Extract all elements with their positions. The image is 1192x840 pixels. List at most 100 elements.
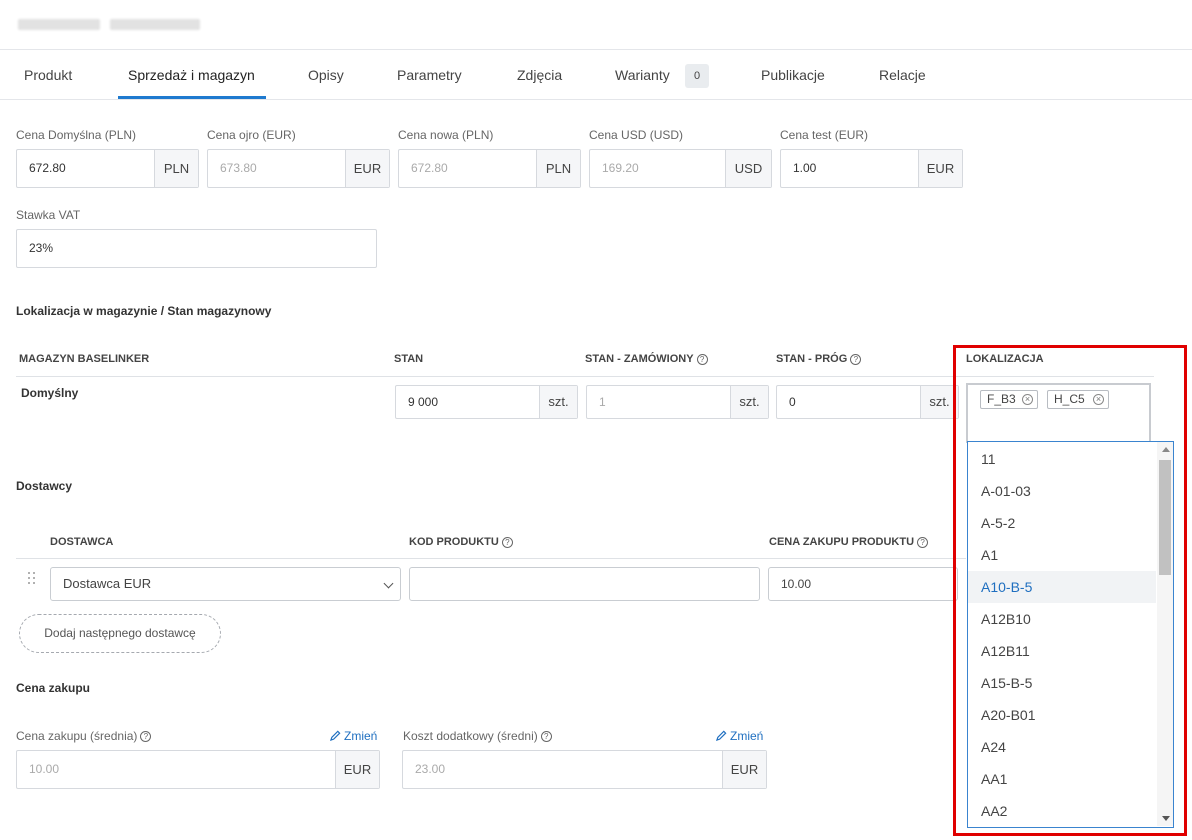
tab-relacje[interactable]: Relacje	[879, 50, 926, 100]
location-dropdown[interactable]: 11 A-01-03 A-5-2 A1 A10-B-5 A12B10 A12B1…	[967, 441, 1174, 828]
supplier-select[interactable]: Dostawca EUR	[50, 567, 401, 601]
stan-value: 9 000	[408, 395, 439, 409]
location-tag-label: H_C5	[1054, 392, 1085, 406]
col-magazyn-header: MAGAZYN BASELINKER	[19, 353, 150, 365]
price-usd-unit: USD	[725, 150, 771, 187]
zamowiony-unit: szt.	[730, 386, 768, 418]
prog-unit: szt.	[920, 386, 958, 418]
warehouse-section-title: Lokalizacja w magazynie / Stan magazynow…	[16, 304, 272, 318]
avg-purchase-input[interactable]: 10.00 EUR	[16, 750, 380, 789]
tab-warianty[interactable]: Warianty	[615, 50, 670, 100]
extra-cost-unit: EUR	[722, 751, 766, 788]
product-code-input[interactable]	[409, 567, 760, 601]
col-lokalizacja-header: LOKALIZACJA	[966, 353, 1044, 365]
col-prog-header: STAN - PRÓG?	[776, 353, 862, 365]
warianty-count-badge: 0	[685, 64, 709, 88]
pencil-icon	[716, 730, 727, 741]
help-icon[interactable]: ?	[696, 353, 708, 365]
location-tag-label: F_B3	[987, 392, 1016, 406]
location-option[interactable]: A20-B01	[968, 699, 1156, 731]
warehouse-row-name: Domyślny	[21, 386, 79, 400]
price-nowa-input[interactable]: 672.80 PLN	[398, 149, 581, 188]
price-label-nowa: Cena nowa (PLN)	[398, 128, 494, 142]
add-supplier-button[interactable]: Dodaj następnego dostawcę	[19, 614, 221, 653]
tab-zdjecia[interactable]: Zdjęcia	[517, 50, 562, 100]
scroll-up-arrow-icon[interactable]	[1162, 447, 1170, 452]
dropdown-scrollbar[interactable]	[1157, 442, 1173, 826]
col-kod-header: KOD PRODUKTU?	[409, 536, 513, 548]
avg-purchase-value: 10.00	[29, 762, 60, 776]
location-option[interactable]: A-01-03	[968, 475, 1156, 507]
tab-bar: Produkt Sprzedaż i magazyn Opisy Paramet…	[0, 50, 1192, 100]
scroll-down-arrow-icon[interactable]	[1162, 816, 1170, 821]
remove-tag-icon[interactable]: ×	[1022, 394, 1033, 405]
price-label-domyslna: Cena Domyślna (PLN)	[16, 128, 137, 142]
location-option[interactable]: AA2	[968, 795, 1156, 827]
help-icon[interactable]: ?	[540, 731, 552, 743]
suppliers-section-title: Dostawcy	[16, 479, 73, 493]
price-domyslna-unit: PLN	[154, 150, 198, 187]
price-ojro-unit: EUR	[345, 150, 389, 187]
chevron-down-icon	[383, 578, 394, 589]
tab-opisy[interactable]: Opisy	[308, 50, 344, 100]
zamowiony-input[interactable]: 1 szt.	[586, 385, 769, 419]
help-icon[interactable]: ?	[850, 353, 862, 365]
drag-handle-icon[interactable]	[27, 571, 37, 585]
vat-select[interactable]: 23%	[16, 229, 377, 268]
prog-input[interactable]: 0 szt.	[776, 385, 959, 419]
avg-purchase-label-text: Cena zakupu (średnia)	[16, 729, 138, 743]
stan-input[interactable]: 9 000 szt.	[395, 385, 578, 419]
tab-sprzedaz-i-magazyn[interactable]: Sprzedaż i magazyn	[128, 50, 255, 100]
col-kod-text: KOD PRODUKTU	[409, 536, 499, 548]
active-tab-indicator	[118, 96, 266, 99]
location-option[interactable]: A12B11	[968, 635, 1156, 667]
prog-value: 0	[789, 395, 796, 409]
col-cena-zakupu-text: CENA ZAKUPU PRODUKTU	[769, 536, 915, 548]
price-test-value: 1.00	[793, 161, 817, 175]
supplier-price-input[interactable]: 10.00	[768, 567, 958, 601]
col-prog-text: STAN - PRÓG	[776, 353, 848, 365]
location-tags-input[interactable]: F_B3 × H_C5 ×	[966, 383, 1151, 443]
extra-cost-input[interactable]: 23.00 EUR	[402, 750, 767, 789]
price-nowa-value: 672.80	[411, 161, 448, 175]
avg-purchase-unit: EUR	[335, 751, 379, 788]
tab-publikacje[interactable]: Publikacje	[761, 50, 825, 100]
remove-tag-icon[interactable]: ×	[1093, 394, 1104, 405]
suppliers-header-divider	[16, 558, 966, 559]
location-option[interactable]: A15-B-5	[968, 667, 1156, 699]
price-test-input[interactable]: 1.00 EUR	[780, 149, 963, 188]
location-option-highlighted[interactable]: A10-B-5	[968, 571, 1156, 603]
location-option[interactable]: A12B10	[968, 603, 1156, 635]
change-avg-purchase-link[interactable]: Zmień	[330, 729, 377, 743]
vat-label: Stawka VAT	[16, 208, 81, 222]
tab-parametry[interactable]: Parametry	[397, 50, 462, 100]
price-label-ojro: Cena ojro (EUR)	[207, 128, 296, 142]
price-usd-input[interactable]: 169.20 USD	[589, 149, 772, 188]
location-tag: F_B3 ×	[980, 390, 1038, 409]
price-label-test: Cena test (EUR)	[780, 128, 869, 142]
price-domyslna-input[interactable]: 672.80 PLN	[16, 149, 199, 188]
extra-cost-value: 23.00	[415, 762, 446, 776]
change-extra-cost-link[interactable]: Zmień	[716, 729, 763, 743]
scrollbar-thumb[interactable]	[1159, 460, 1171, 575]
stan-unit: szt.	[539, 386, 577, 418]
location-option[interactable]: 11	[968, 443, 1156, 475]
location-option[interactable]: A-5-2	[968, 507, 1156, 539]
blurred-title-part-1	[18, 19, 100, 30]
price-label-usd: Cena USD (USD)	[589, 128, 684, 142]
extra-cost-label-text: Koszt dodatkowy (średni)	[403, 729, 538, 743]
tab-produkt[interactable]: Produkt	[24, 50, 72, 100]
help-icon[interactable]: ?	[917, 536, 929, 548]
location-option[interactable]: A24	[968, 731, 1156, 763]
pencil-icon	[330, 730, 341, 741]
price-ojro-input[interactable]: 673.80 EUR	[207, 149, 390, 188]
help-icon[interactable]: ?	[501, 536, 513, 548]
location-option[interactable]: AA1	[968, 763, 1156, 795]
col-stan-header: STAN	[394, 353, 424, 365]
help-icon[interactable]: ?	[140, 731, 152, 743]
supplier-select-value: Dostawca EUR	[63, 576, 152, 591]
price-nowa-unit: PLN	[536, 150, 580, 187]
location-tag: H_C5 ×	[1047, 390, 1109, 409]
location-option[interactable]: A1	[968, 539, 1156, 571]
avg-purchase-label: Cena zakupu (średnia)?	[16, 729, 152, 743]
